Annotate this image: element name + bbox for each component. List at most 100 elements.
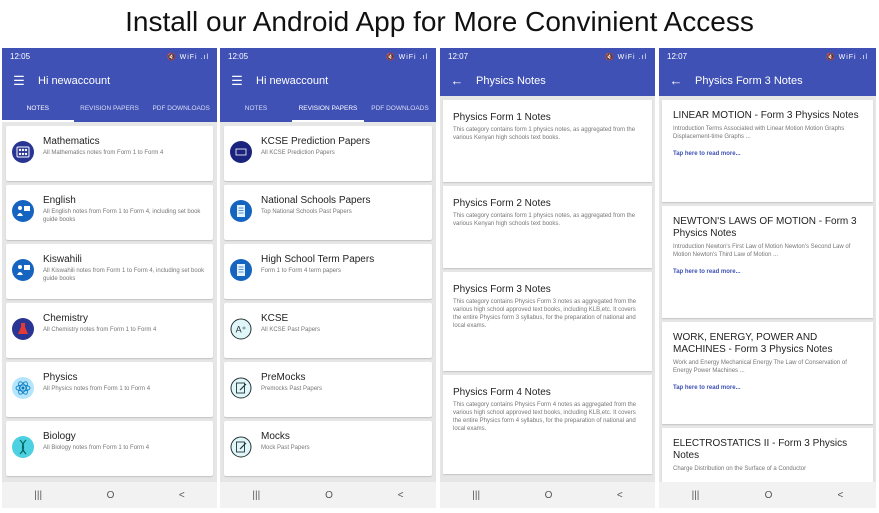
item-title: Chemistry <box>43 313 89 324</box>
tab-revision-papers[interactable]: REVISION PAPERS <box>292 96 364 122</box>
arrow-back-icon[interactable]: ← <box>667 73 685 88</box>
screen-title: Physics Notes <box>476 74 546 87</box>
system-nav-bar: ||| O < <box>659 482 876 508</box>
recent-apps-button[interactable]: ||| <box>34 490 42 501</box>
phone-screen-revision-papers: 12:05 🔇 WiFi .ıl ☰ Hi newaccount NOTES R… <box>220 48 436 508</box>
status-bar: 12:05 🔇 WiFi .ıl <box>220 48 436 65</box>
dna-icon <box>12 436 34 458</box>
item-title: Physics Form 1 Notes <box>453 112 551 123</box>
item-title: ELECTROSTATICS II - Form 3 Physics Notes <box>673 438 848 461</box>
list-item-work-energy[interactable]: WORK, ENERGY, POWER AND MACHINES - Form … <box>662 322 873 424</box>
item-title: LINEAR MOTION - Form 3 Physics Notes <box>673 110 859 121</box>
arrow-back-icon[interactable]: ← <box>448 73 466 88</box>
system-nav-bar: ||| O < <box>220 482 436 508</box>
home-button[interactable]: O <box>107 490 115 501</box>
phone-screen-physics-notes: 12:07 🔇 WiFi .ıl ← Physics Notes Physics… <box>440 48 655 508</box>
read-more-link[interactable]: Tap here to read more... <box>673 151 861 157</box>
item-title: High School Term Papers <box>261 254 375 265</box>
atom-icon <box>12 377 34 399</box>
edit-paper-icon <box>230 436 252 458</box>
list-item-mocks[interactable]: Mocks Mock Past Papers <box>224 421 432 476</box>
status-time: 12:07 <box>448 52 469 61</box>
item-description: All English notes from Form 1 to Form 4,… <box>43 209 201 223</box>
item-description: Form 1 to Form 4 term papers <box>261 268 342 274</box>
tab-pdf-downloads[interactable]: PDF DOWNLOADS <box>364 96 436 122</box>
item-title: KCSE Prediction Papers <box>261 136 370 147</box>
item-description: This category contains Physics Form 4 no… <box>453 402 637 432</box>
item-title: Physics <box>43 372 78 383</box>
list-item-form2[interactable]: Physics Form 2 Notes This category conta… <box>443 186 652 268</box>
list-item-biology[interactable]: Biology All Biology notes from Form 1 to… <box>6 421 213 476</box>
back-button[interactable]: < <box>838 490 844 501</box>
home-button[interactable]: O <box>765 490 773 501</box>
system-nav-bar: ||| O < <box>2 482 217 508</box>
status-bar: 12:05 🔇 WiFi .ıl <box>2 48 217 65</box>
item-description: This category contains Physics Form 3 no… <box>453 299 637 329</box>
hamburger-icon[interactable]: ☰ <box>228 73 246 89</box>
back-button[interactable]: < <box>179 490 185 501</box>
item-title: WORK, ENERGY, POWER AND MACHINES - Form … <box>673 332 833 355</box>
app-bar: ☰ Hi newaccount <box>220 65 436 96</box>
document-icon <box>230 259 252 281</box>
edit-paper-icon <box>230 377 252 399</box>
tab-notes[interactable]: NOTES <box>220 96 292 122</box>
home-button[interactable]: O <box>545 490 553 501</box>
list-item-premocks[interactable]: PreMocks Premocks Past Papers <box>224 362 432 417</box>
list-item-physics[interactable]: Physics All Physics notes from Form 1 to… <box>6 362 213 417</box>
list-item-kiswahili[interactable]: Kiswahili All Kiswahili notes from Form … <box>6 244 213 299</box>
status-icons: 🔇 WiFi .ıl <box>604 53 647 61</box>
item-description: Mock Past Papers <box>261 445 310 451</box>
item-description: Work and Energy Mechanical Energy The La… <box>673 360 847 374</box>
item-title: Biology <box>43 431 76 442</box>
home-button[interactable]: O <box>325 490 333 501</box>
teacher-icon <box>12 259 34 281</box>
item-title: English <box>43 195 76 206</box>
status-icons: 🔇 WiFi .ıl <box>166 53 209 61</box>
hamburger-icon[interactable]: ☰ <box>10 73 28 89</box>
system-nav-bar: ||| O < <box>440 482 655 508</box>
list-item-kcse[interactable]: A⁺ KCSE All KCSE Past Papers <box>224 303 432 358</box>
item-description: All KCSE Past Papers <box>261 327 321 333</box>
list-item-english[interactable]: English All English notes from Form 1 to… <box>6 185 213 240</box>
svg-text:A⁺: A⁺ <box>236 325 247 335</box>
item-description: This category contains form 1 physics no… <box>453 213 636 227</box>
flask-icon <box>12 318 34 340</box>
list-item-form3[interactable]: Physics Form 3 Notes This category conta… <box>443 272 652 371</box>
item-title: Mocks <box>261 431 290 442</box>
item-description: This category contains form 1 physics no… <box>453 127 636 141</box>
list-item-national-schools[interactable]: National Schools Papers Top National Sch… <box>224 185 432 240</box>
recent-apps-button[interactable]: ||| <box>472 490 480 501</box>
list-item-kcse-prediction[interactable]: KCSE Prediction Papers All KCSE Predicti… <box>224 126 432 181</box>
list-item-electrostatics[interactable]: ELECTROSTATICS II - Form 3 Physics Notes… <box>662 428 873 488</box>
greeting-title: Hi newaccount <box>38 74 111 87</box>
list-item-form4[interactable]: Physics Form 4 Notes This category conta… <box>443 375 652 474</box>
tab-revision-papers[interactable]: REVISION PAPERS <box>74 96 146 122</box>
status-time: 12:05 <box>228 52 249 61</box>
phone-screen-form3-notes: 12:07 🔇 WiFi .ıl ← Physics Form 3 Notes … <box>659 48 876 508</box>
item-description: Premocks Past Papers <box>261 386 323 392</box>
list-item-linear-motion[interactable]: LINEAR MOTION - Form 3 Physics Notes Int… <box>662 100 873 202</box>
app-bar: ← Physics Form 3 Notes <box>659 65 876 96</box>
status-icons: 🔇 WiFi .ıl <box>385 53 428 61</box>
item-description: Introduction Terms Associated with Linea… <box>673 126 845 140</box>
back-button[interactable]: < <box>398 490 404 501</box>
item-title: Mathematics <box>43 136 100 147</box>
back-button[interactable]: < <box>617 490 623 501</box>
read-more-link[interactable]: Tap here to read more... <box>673 269 861 275</box>
install-banner: Install our Android App for More Convini… <box>125 6 754 37</box>
tab-pdf-downloads[interactable]: PDF DOWNLOADS <box>145 96 217 122</box>
recent-apps-button[interactable]: ||| <box>252 490 260 501</box>
list-item-mathematics[interactable]: Mathematics All Mathematics notes from F… <box>6 126 213 181</box>
recent-apps-button[interactable]: ||| <box>692 490 700 501</box>
list-item-form1[interactable]: Physics Form 1 Notes This category conta… <box>443 100 652 182</box>
abacus-icon <box>12 141 34 163</box>
list-item-chemistry[interactable]: Chemistry All Chemistry notes from Form … <box>6 303 213 358</box>
notes-category-list: Physics Form 1 Notes This category conta… <box>440 96 655 474</box>
list-item-newtons-laws[interactable]: NEWTON'S LAWS OF MOTION - Form 3 Physics… <box>662 206 873 318</box>
list-item-term-papers[interactable]: High School Term Papers Form 1 to Form 4… <box>224 244 432 299</box>
tab-notes[interactable]: NOTES <box>2 96 74 122</box>
read-more-link[interactable]: Tap here to read more... <box>673 385 861 391</box>
teacher-icon <box>12 200 34 222</box>
greeting-title: Hi newaccount <box>256 74 329 87</box>
item-description: All Chemistry notes from Form 1 to Form … <box>43 327 157 333</box>
